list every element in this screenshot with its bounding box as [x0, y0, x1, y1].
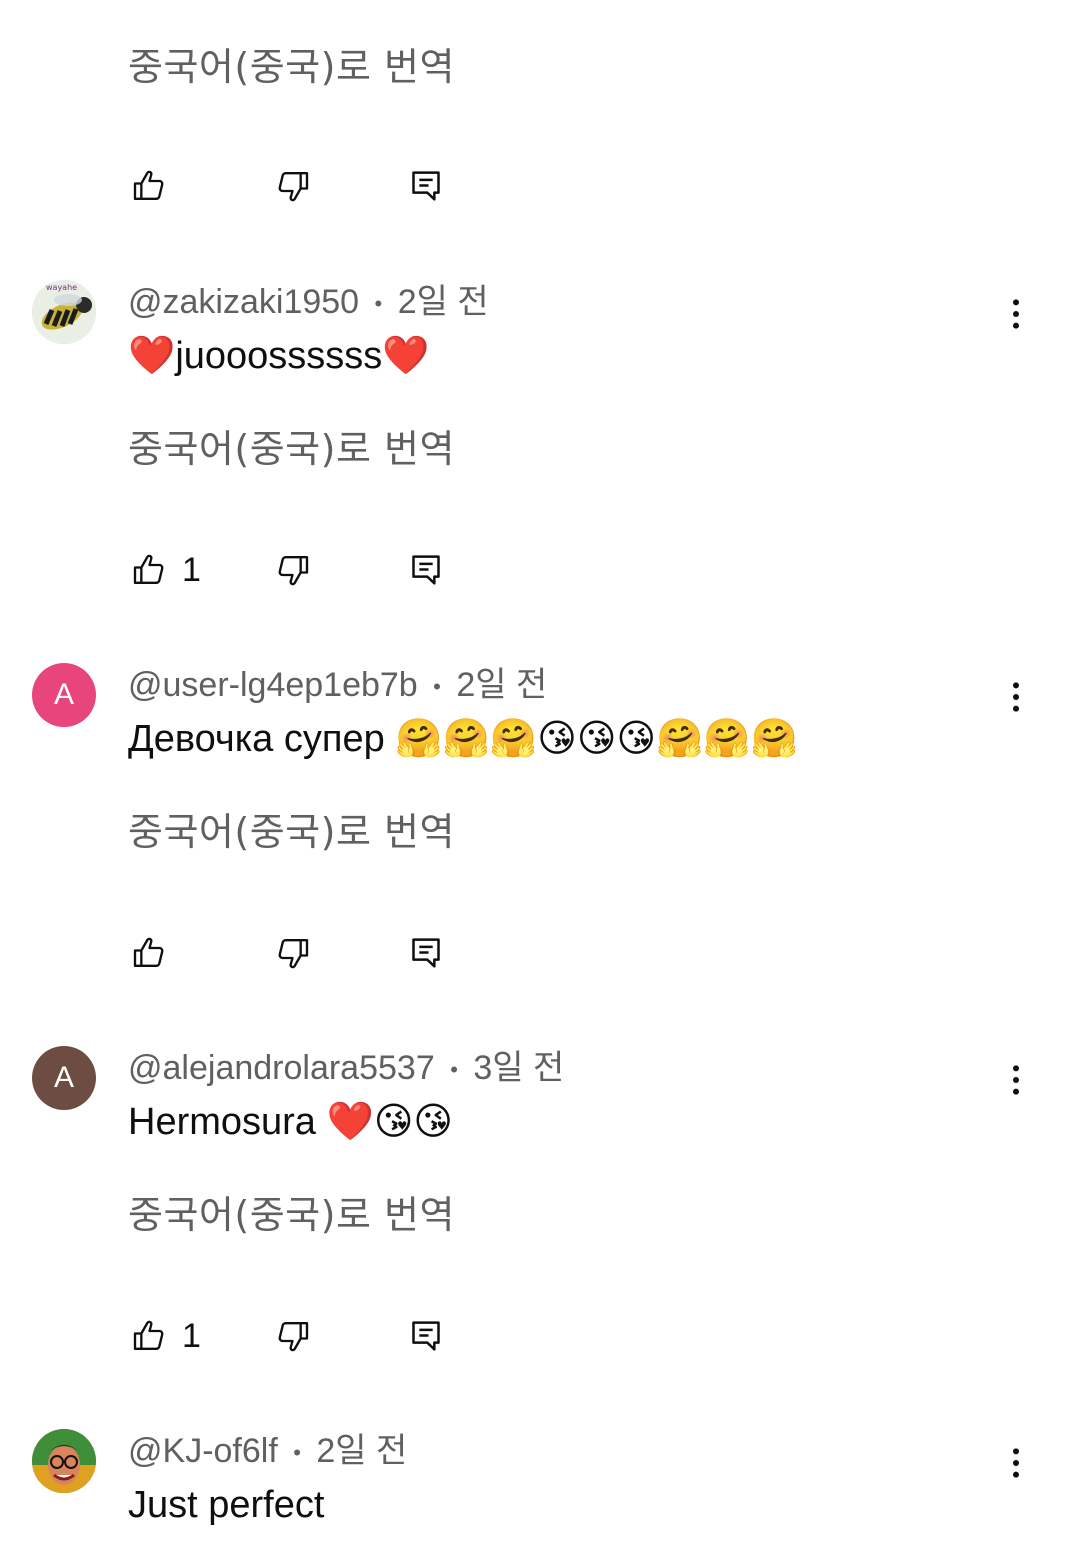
comment-author[interactable]: @user-lg4ep1eb7b: [128, 666, 418, 704]
more-vert-icon: [996, 677, 1036, 717]
reply-comment-icon: [406, 166, 446, 206]
comment-header: @zakizaki1950 • 2일 전: [128, 282, 489, 324]
avatar[interactable]: A: [32, 663, 96, 727]
thumb-down-icon: [274, 166, 314, 206]
reply-comment-icon: [406, 1316, 446, 1356]
like-button[interactable]: 1: [128, 1314, 201, 1358]
comment-text: Hermosura ❤️😘😘: [128, 1101, 454, 1143]
cartoon-avatar-image: [32, 1429, 96, 1493]
thumb-down-icon: [274, 550, 314, 590]
avatar-initial: A: [53, 1061, 74, 1094]
separator-dot: •: [450, 1057, 458, 1083]
comment-time: 2일 전: [316, 1432, 408, 1470]
dislike-button[interactable]: [274, 548, 314, 592]
avatar-caption: wayahe: [46, 283, 77, 292]
like-button[interactable]: [128, 164, 168, 208]
reply-button[interactable]: [406, 1314, 446, 1358]
thumb-down-icon: [274, 933, 314, 973]
avatar[interactable]: A: [32, 1046, 96, 1110]
comment-time: 2일 전: [397, 283, 489, 321]
more-vert-icon: [996, 294, 1036, 334]
comment-author[interactable]: @zakizaki1950: [128, 283, 359, 321]
like-button[interactable]: [128, 931, 168, 975]
like-button[interactable]: 1: [128, 548, 201, 592]
bee-avatar-image: wayahe: [32, 280, 96, 344]
avatar[interactable]: wayahe: [32, 280, 96, 344]
more-vert-icon: [996, 1443, 1036, 1483]
reply-button[interactable]: [406, 164, 446, 208]
comment-time: 3일 전: [473, 1049, 565, 1087]
dislike-button[interactable]: [274, 1314, 314, 1358]
dislike-button[interactable]: [274, 164, 314, 208]
comment-header: @alejandrolara5537 • 3일 전: [128, 1048, 564, 1090]
thumb-down-icon: [274, 1316, 314, 1356]
separator-dot: •: [293, 1440, 301, 1466]
avatar-initial: A: [53, 678, 74, 711]
reply-button[interactable]: [406, 931, 446, 975]
comment-menu-button[interactable]: [996, 294, 1036, 334]
reply-comment-icon: [406, 933, 446, 973]
translate-link[interactable]: 중국어(중국)로 번역: [128, 418, 455, 473]
comment-actions: 1: [128, 1314, 468, 1358]
comment-menu-button[interactable]: [996, 1443, 1036, 1483]
comment-menu-button[interactable]: [996, 677, 1036, 717]
reply-button[interactable]: [406, 548, 446, 592]
translate-link[interactable]: 중국어(중국)로 번역: [128, 1184, 455, 1239]
comment-actions: 1: [128, 548, 468, 592]
comment-author[interactable]: @alejandrolara5537: [128, 1049, 435, 1087]
comment-author[interactable]: @KJ-of6lf: [128, 1432, 278, 1470]
like-count: 1: [182, 1316, 201, 1355]
dislike-button[interactable]: [274, 931, 314, 975]
separator-dot: •: [374, 291, 383, 317]
comment-text: ❤️juooossssss❤️: [128, 335, 430, 377]
comment-text: Девочка супер 🤗🤗🤗😘😘😘🤗🤗🤗: [128, 718, 799, 760]
like-count: 1: [182, 550, 201, 589]
translate-link[interactable]: 중국어(중국)로 번역: [128, 36, 455, 91]
comment-actions: [128, 931, 468, 975]
comment-menu-button[interactable]: [996, 1060, 1036, 1100]
thumb-up-icon: [128, 1316, 168, 1356]
comment-text: Just perfect: [128, 1484, 325, 1526]
comment-header: @user-lg4ep1eb7b • 2일 전: [128, 665, 547, 707]
comment-header: @KJ-of6lf • 2일 전: [128, 1431, 407, 1473]
avatar[interactable]: [32, 1429, 96, 1493]
thumb-up-icon: [128, 933, 168, 973]
separator-dot: •: [433, 674, 441, 700]
thumb-up-icon: [128, 166, 168, 206]
more-vert-icon: [996, 1060, 1036, 1100]
reply-comment-icon: [406, 550, 446, 590]
comment-actions: [128, 164, 468, 208]
translate-link[interactable]: 중국어(중국)로 번역: [128, 801, 455, 856]
thumb-up-icon: [128, 550, 168, 590]
comment-time: 2일 전: [456, 666, 548, 704]
